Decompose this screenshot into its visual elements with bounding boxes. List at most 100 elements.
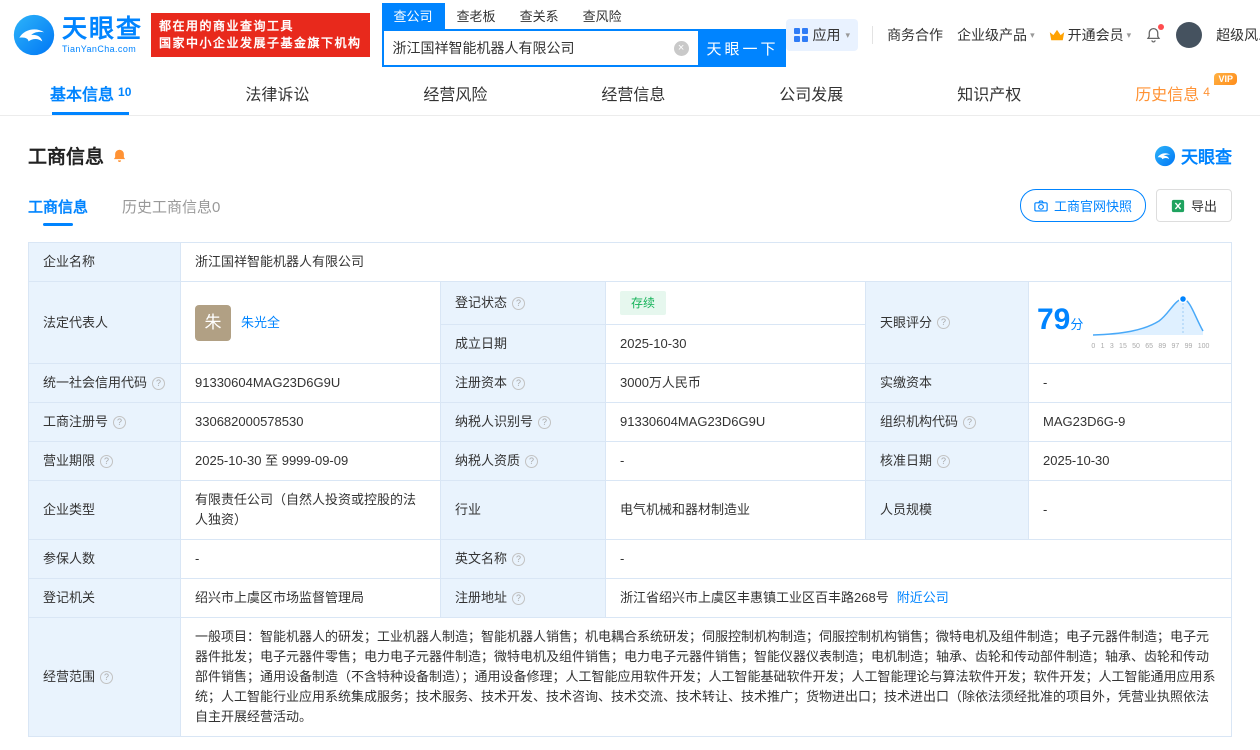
label-text: 统一社会信用代码 [43, 373, 147, 393]
tab-basic-info-label: 基本信息 [50, 81, 114, 105]
business-cooperation-link[interactable]: 商务合作 [887, 25, 943, 45]
label-company-name: 企业名称 [29, 243, 181, 282]
help-icon[interactable]: ? [538, 416, 551, 429]
clear-search-icon[interactable]: × [674, 41, 689, 56]
vip-badge: VIP [1214, 73, 1237, 85]
help-icon[interactable]: ? [937, 455, 950, 468]
tianyancha-watermark: 天眼查 [1154, 143, 1232, 168]
label-text: 注册资本 [455, 373, 507, 393]
value-staff-size: - [1029, 481, 1232, 540]
legal-rep-avatar[interactable]: 朱 [195, 305, 231, 341]
tab-intellectual-property-label: 知识产权 [957, 81, 1021, 105]
value-registered-capital: 3000万人民币 [606, 364, 866, 403]
label-tianyan-score: 天眼评分 ? [866, 282, 1029, 364]
top-navigation: 应用 ▾ 商务合作 企业级产品 ▾ 开通会员 ▾ 超级风... [786, 19, 1260, 51]
score-curve-chart [1091, 289, 1209, 339]
help-icon[interactable]: ? [512, 553, 525, 566]
apps-menu[interactable]: 应用 ▾ [786, 19, 859, 51]
search-tab-company[interactable]: 查公司 [382, 3, 445, 29]
username-menu[interactable]: 超级风... ▾ [1216, 25, 1260, 45]
top-header: 天眼查 TianYanCha.com 都在用的商业查询工具 国家中小企业发展子基… [0, 0, 1260, 70]
help-icon[interactable]: ? [525, 455, 538, 468]
search-input[interactable] [393, 40, 674, 56]
subtab-row: 工商信息 历史工商信息0 工商官网快照 导出 [28, 189, 1232, 226]
subtab-business-info[interactable]: 工商信息 [28, 196, 88, 226]
export-button[interactable]: 导出 [1156, 189, 1232, 222]
camera-icon [1034, 200, 1048, 212]
logo-domain: TianYanCha.com [62, 45, 143, 54]
label-text: 工商注册号 [43, 412, 108, 432]
tab-operating-risk[interactable]: 经营风险 [423, 70, 487, 115]
enterprise-products-label: 企业级产品 [957, 25, 1027, 45]
score-link[interactable]: 79分 01 315 5065 8997 [1037, 289, 1223, 357]
help-icon[interactable]: ? [152, 377, 165, 390]
label-approval-date: 核准日期 ? [866, 442, 1029, 481]
help-icon[interactable]: ? [512, 297, 525, 310]
value-registry-authority: 绍兴市上虞区市场监督管理局 [181, 579, 441, 618]
subtab-history-business-info[interactable]: 历史工商信息0 [122, 196, 220, 226]
label-org-code: 组织机构代码 ? [866, 403, 1029, 442]
tianyancha-logo[interactable]: 天眼查 TianYanCha.com [12, 13, 143, 57]
enterprise-products-link[interactable]: 企业级产品 ▾ [957, 25, 1035, 45]
label-text: 天眼评分 [880, 313, 932, 333]
promo-banner-line1: 都在用的商业查询工具 [159, 18, 362, 35]
tab-history-info-label: 历史信息 [1135, 81, 1199, 105]
label-industry: 行业 [441, 481, 606, 540]
tab-intellectual-property[interactable]: 知识产权 [957, 70, 1021, 115]
value-business-term: 2025-10-30 至 9999-09-09 [181, 442, 441, 481]
help-icon[interactable]: ? [937, 316, 950, 329]
value-registration-number: 330682000578530 [181, 403, 441, 442]
label-registration-status: 登记状态 ? [441, 282, 606, 325]
help-icon[interactable]: ? [512, 592, 525, 605]
monitor-bell-icon[interactable] [112, 148, 127, 164]
logo-text: 天眼查 [62, 17, 143, 42]
tianyancha-watermark-icon [1154, 145, 1176, 167]
search-tab-boss[interactable]: 查老板 [445, 3, 508, 29]
tab-company-development[interactable]: 公司发展 [779, 70, 843, 115]
value-org-code: MAG23D6G-9 [1029, 403, 1232, 442]
search-area: 查公司 查老板 查关系 查风险 × 天眼一下 [382, 3, 786, 67]
notification-bell-icon[interactable] [1145, 26, 1162, 44]
promo-banner: 都在用的商业查询工具 国家中小企业发展子基金旗下机构 [151, 13, 370, 57]
tab-history-info[interactable]: 历史信息 4 VIP [1135, 70, 1210, 115]
official-snapshot-button[interactable]: 工商官网快照 [1020, 189, 1146, 222]
label-business-scope: 经营范围 ? [29, 618, 181, 737]
value-establish-date: 2025-10-30 [606, 325, 866, 364]
tab-basic-info[interactable]: 基本信息 10 [50, 70, 131, 115]
help-icon[interactable]: ? [100, 455, 113, 468]
tab-legal-lawsuits[interactable]: 法律诉讼 [245, 70, 309, 115]
table-row: 法定代表人 朱 朱光全 登记状态 ? 存续 天眼评分 ? [29, 282, 1232, 325]
value-tianyan-score: 79分 01 315 5065 8997 [1029, 282, 1232, 364]
table-row: 营业期限 ? 2025-10-30 至 9999-09-09 纳税人资质 ? -… [29, 442, 1232, 481]
label-text: 纳税人资质 [455, 451, 520, 471]
help-icon[interactable]: ? [512, 377, 525, 390]
promo-banner-line2: 国家中小企业发展子基金旗下机构 [159, 35, 362, 52]
help-icon[interactable]: ? [100, 671, 113, 684]
label-staff-size: 人员规模 [866, 481, 1029, 540]
table-row: 经营范围 ? 一般项目：智能机器人的研发；工业机器人制造；智能机器人销售；机电耦… [29, 618, 1232, 737]
label-credit-code: 统一社会信用代码 ? [29, 364, 181, 403]
tab-operating-info[interactable]: 经营信息 [601, 70, 665, 115]
search-tabs: 查公司 查老板 查关系 查风险 [382, 3, 786, 29]
nearby-companies-link[interactable]: 附近公司 [897, 590, 949, 605]
business-info-table: 企业名称 浙江国祥智能机器人有限公司 法定代表人 朱 朱光全 登记状态 ? 存续 [28, 242, 1232, 737]
search-tab-relation[interactable]: 查关系 [508, 3, 571, 29]
help-icon[interactable]: ? [113, 416, 126, 429]
value-paid-capital: - [1029, 364, 1232, 403]
label-text: 经营范围 [43, 667, 95, 687]
search-button[interactable]: 天眼一下 [700, 29, 786, 67]
user-avatar[interactable] [1176, 22, 1202, 48]
company-section-tabs: 基本信息 10 法律诉讼 经营风险 经营信息 公司发展 知识产权 历史信息 4 … [0, 70, 1260, 116]
help-icon[interactable]: ? [963, 416, 976, 429]
open-vip-link[interactable]: 开通会员 ▾ [1049, 25, 1132, 45]
apps-label: 应用 [813, 25, 841, 45]
tab-company-development-label: 公司发展 [779, 81, 843, 105]
label-text: 营业期限 [43, 451, 95, 471]
value-business-scope: 一般项目：智能机器人的研发；工业机器人制造；智能机器人销售；机电耦合系统研发；伺… [181, 618, 1232, 737]
legal-rep-link[interactable]: 朱光全 [241, 313, 280, 333]
business-info-card: 工商信息 天眼查 工商信息 历史工商信息0 [0, 116, 1260, 750]
chevron-down-icon: ▾ [846, 30, 851, 41]
export-label: 导出 [1191, 196, 1217, 215]
search-tab-risk[interactable]: 查风险 [571, 3, 634, 29]
value-credit-code: 91330604MAG23D6G9U [181, 364, 441, 403]
